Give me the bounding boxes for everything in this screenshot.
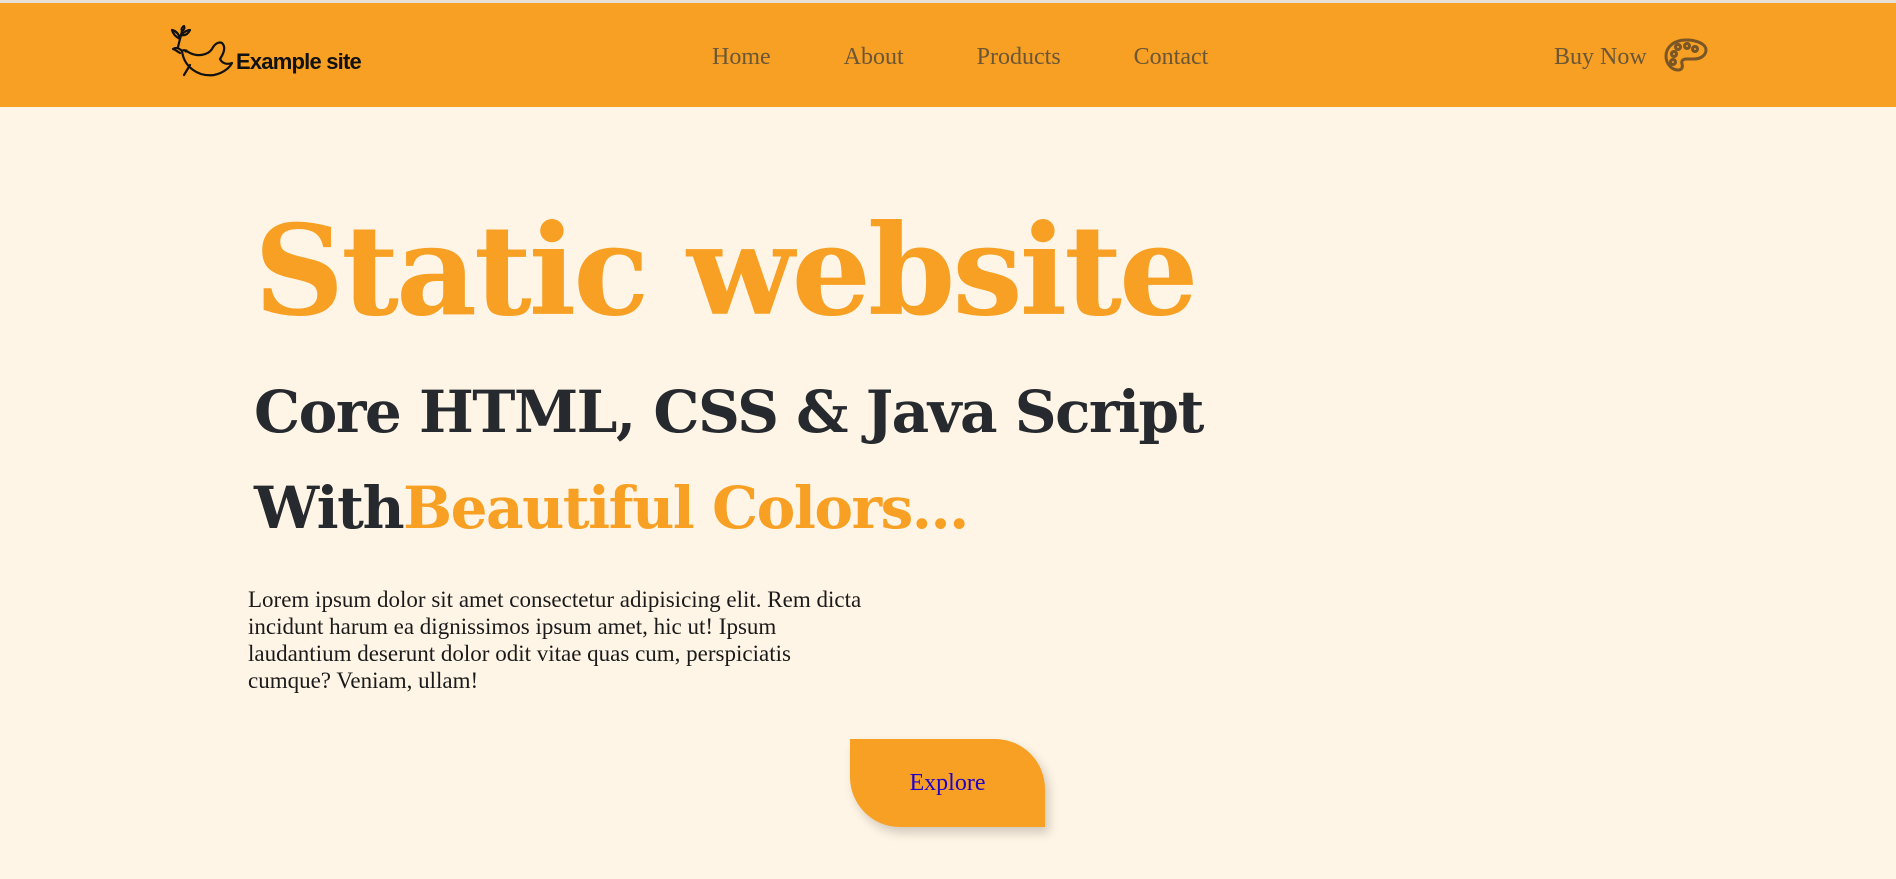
explore-button[interactable]: Explore xyxy=(850,739,1045,827)
nav-products[interactable]: Products xyxy=(977,41,1061,73)
hero-subtitle: Core HTML, CSS & Java Script xyxy=(254,378,1204,446)
bird-icon xyxy=(170,25,234,77)
main-nav: Home About Products Contact xyxy=(712,41,1208,73)
hero-title: Static website xyxy=(254,198,1199,344)
buy-now-link[interactable]: Buy Now xyxy=(1554,41,1647,73)
nav-contact[interactable]: Contact xyxy=(1134,41,1209,73)
logo-text: Example site xyxy=(236,49,362,74)
hero-paragraph: Lorem ipsum dolor sit amet consectetur a… xyxy=(248,587,862,693)
nav-about[interactable]: About xyxy=(844,41,904,73)
tagline-with: With xyxy=(254,474,405,542)
hero-tagline: WithBeautiful Colors... xyxy=(254,468,969,548)
nav-home[interactable]: Home xyxy=(712,41,771,73)
site-logo[interactable]: Example site xyxy=(168,25,362,81)
navbar: Example site Home About Products Contact… xyxy=(0,3,1896,107)
palette-icon[interactable] xyxy=(1664,37,1708,73)
tagline-colored: Beautiful Colors... xyxy=(403,474,969,542)
